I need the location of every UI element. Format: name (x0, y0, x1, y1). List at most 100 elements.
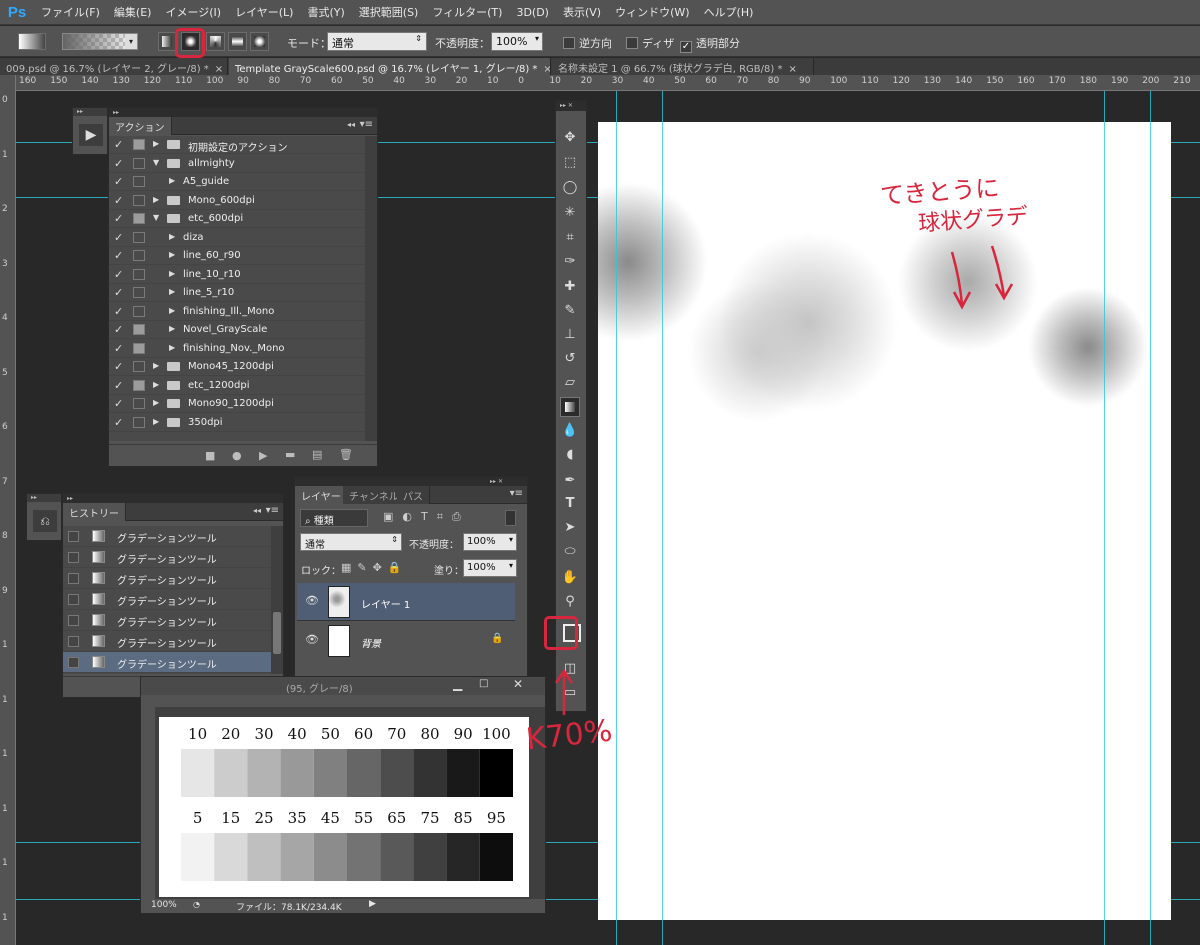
canvas-document[interactable] (598, 122, 1171, 920)
checkmark-icon[interactable]: ✓ (114, 416, 128, 429)
menu-select[interactable]: 選択範囲(S) (352, 4, 426, 20)
checkmark-icon[interactable]: ✓ (114, 212, 128, 225)
checkmark-icon[interactable]: ✓ (114, 268, 128, 281)
action-item[interactable]: ✓ ▶ line_60_r90 (109, 247, 365, 265)
dialog-toggle[interactable] (133, 324, 145, 335)
collapsed-triangle-icon[interactable]: ▶ (153, 195, 159, 204)
snapshot-checkbox[interactable] (68, 552, 79, 563)
zoom-level[interactable]: 100% (151, 900, 177, 910)
history-item[interactable]: グラデーションツール (63, 526, 271, 547)
checkmark-icon[interactable]: ✓ (114, 305, 128, 318)
dialog-toggle[interactable] (133, 250, 145, 261)
dialog-toggle[interactable] (133, 379, 145, 391)
zoom-tool-icon[interactable]: ⚲ (560, 592, 580, 612)
linear-gradient-button[interactable] (158, 32, 176, 51)
maximize-icon[interactable]: □ (479, 678, 488, 689)
checkmark-icon[interactable]: ✓ (114, 194, 128, 207)
new-action-icon[interactable]: ▤ (312, 448, 322, 461)
checkmark-icon[interactable]: ✓ (114, 286, 128, 299)
move-tool-icon[interactable]: ✥ (560, 128, 580, 148)
menu-3d[interactable]: 3D(D) (509, 6, 556, 19)
dither-checkbox[interactable]: ディザ (626, 35, 674, 51)
fill-field[interactable]: 100% ▾ (463, 559, 517, 577)
menu-layer[interactable]: レイヤー(L) (228, 4, 300, 20)
tab-history[interactable]: ヒストリー (63, 503, 126, 521)
crop-tool-icon[interactable]: ⌗ (560, 228, 580, 248)
dialog-toggle[interactable] (133, 416, 145, 428)
collapsed-triangle-icon[interactable]: ▶ (153, 380, 159, 389)
history-brush-icon[interactable]: ⎌ (33, 510, 57, 532)
healing-brush-tool-icon[interactable]: ✚ (560, 277, 580, 297)
transparency-checkbox[interactable]: ✓ 透明部分 (680, 35, 740, 53)
reverse-checkbox[interactable]: 逆方向 (563, 35, 612, 51)
close-icon[interactable]: × (215, 64, 223, 75)
menu-filter[interactable]: フィルター(T) (425, 4, 509, 20)
scrollbar[interactable] (271, 526, 283, 674)
action-item[interactable]: ✓ ▶ line_10_r10 (109, 266, 365, 284)
history-item[interactable]: グラデーションツール (63, 631, 271, 652)
action-item[interactable]: ✓ ▶ etc_1200dpi (109, 377, 365, 395)
snapshot-checkbox[interactable] (68, 531, 79, 542)
dialog-toggle[interactable] (133, 342, 145, 354)
checkmark-icon[interactable]: ✓ (114, 249, 128, 262)
trash-icon[interactable]: 🗑 (339, 448, 353, 461)
eyedropper-tool-icon[interactable]: ✑ (560, 252, 580, 272)
dialog-toggle[interactable] (133, 213, 145, 224)
history-item[interactable]: グラデーションツール (63, 652, 271, 673)
eye-icon[interactable]: 👁 (305, 633, 319, 646)
dialog-toggle[interactable] (133, 139, 145, 150)
scrollbar-thumb[interactable] (273, 612, 281, 654)
tab-actions[interactable]: アクション (109, 117, 172, 135)
status-arrow-icon[interactable]: ▶ (369, 899, 376, 909)
snapshot-checkbox[interactable] (68, 615, 79, 626)
tool-preset-picker[interactable] (18, 33, 46, 50)
reflected-gradient-button[interactable] (228, 32, 247, 51)
doc-title-bar[interactable]: (95, グレー/8) ▁ □ ✕ (141, 677, 545, 695)
expanded-triangle-icon[interactable]: ▼ (153, 158, 159, 167)
stamp-tool-icon[interactable]: ⊥ (560, 325, 580, 345)
pen-tool-icon[interactable]: ✒ (560, 471, 580, 491)
dialog-toggle[interactable] (133, 231, 145, 243)
collapsed-triangle-icon[interactable]: ▶ (169, 306, 175, 315)
history-item[interactable]: グラデーションツール (63, 568, 271, 589)
checkmark-icon[interactable]: ✓ (114, 323, 128, 336)
history-item[interactable]: グラデーションツール (63, 610, 271, 631)
panel-grip[interactable]: ▸▸ ✕ (295, 477, 527, 486)
scrollbar[interactable] (365, 136, 377, 441)
dialog-toggle[interactable] (133, 398, 145, 409)
blend-mode-dropdown[interactable]: 通常 ⇕ (300, 533, 402, 551)
stop-icon[interactable]: ■ (205, 449, 215, 462)
collapsed-triangle-icon[interactable]: ▶ (153, 417, 159, 426)
checkmark-icon[interactable]: ✓ (114, 342, 128, 355)
action-item[interactable]: ✓ ▶ 350dpi (109, 414, 365, 432)
snapshot-checkbox[interactable] (68, 594, 79, 605)
path-selection-tool-icon[interactable]: ➤ (560, 518, 580, 538)
checkmark-icon[interactable]: ✓ (114, 379, 128, 392)
collapse-icon[interactable]: ◂◂ (347, 120, 355, 129)
tab-doc-untitled[interactable]: 名称未設定 1 @ 66.7% (球状グラデ白, RGB/8) * × (552, 58, 814, 75)
close-icon[interactable]: ✕ (513, 677, 523, 691)
panel-menu-icon[interactable]: ▾≡ (510, 488, 523, 499)
layer-filter-icons[interactable]: ▣◐T⌗⎙ (383, 510, 470, 524)
gradient-tool-icon[interactable] (560, 397, 580, 417)
play-icon[interactable]: ▶ (79, 124, 103, 146)
checkmark-icon[interactable]: ✓ (114, 231, 128, 244)
close-icon[interactable]: × (543, 64, 550, 75)
collapse-icon[interactable]: ◂◂ (253, 506, 261, 515)
panel-grip[interactable]: ▸▸ (63, 494, 283, 503)
dialog-toggle[interactable] (133, 176, 145, 187)
tab-doc-template[interactable]: Template GrayScale600.psd @ 16.7% (レイヤー … (229, 58, 551, 75)
snapshot-checkbox[interactable] (68, 573, 79, 584)
collapsed-triangle-icon[interactable]: ▶ (153, 139, 159, 148)
tab-layers[interactable]: レイヤー (295, 486, 348, 504)
dock-handle[interactable]: ▸▸ (27, 494, 61, 502)
collapsed-triangle-icon[interactable]: ▶ (169, 324, 175, 333)
tab-doc-009[interactable]: 009.psd @ 16.7% (レイヤー 2, グレー/8) * × (0, 58, 228, 75)
dialog-toggle[interactable] (133, 305, 145, 317)
marquee-tool-icon[interactable]: ⬚ (560, 153, 580, 173)
checkmark-icon[interactable]: ✓ (114, 175, 128, 188)
blur-tool-icon[interactable]: 💧 (560, 421, 580, 441)
tab-paths[interactable]: パス (397, 486, 430, 504)
history-item[interactable]: グラデーションツール (63, 547, 271, 568)
mode-dropdown[interactable]: 通常 ⇕ (327, 32, 427, 51)
